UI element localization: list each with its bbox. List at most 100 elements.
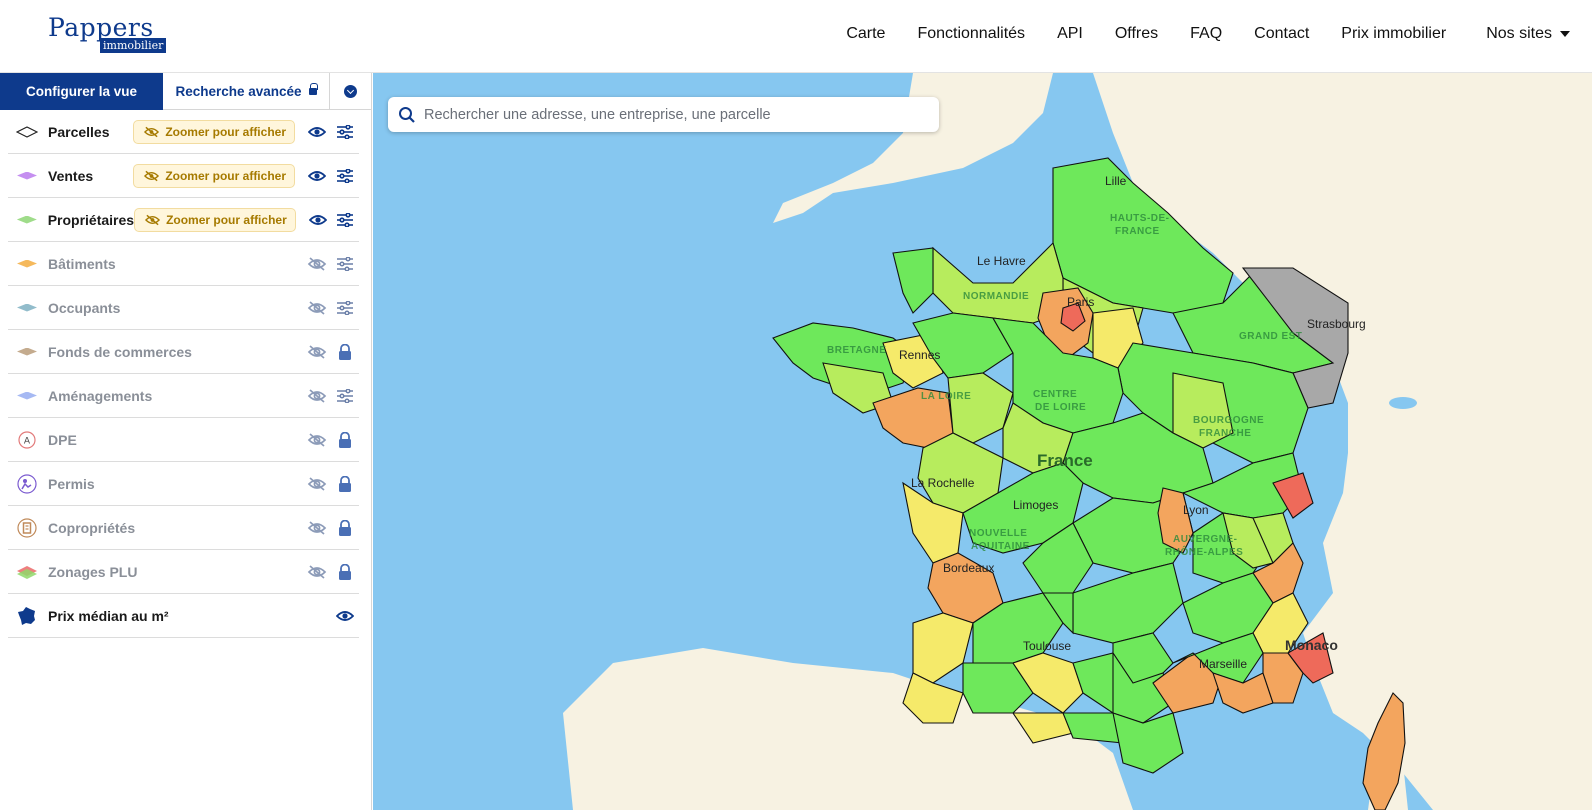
eye-slash-icon[interactable] — [303, 558, 331, 586]
eye-slash-icon[interactable] — [303, 426, 331, 454]
eye-icon[interactable] — [304, 206, 332, 234]
sliders-icon[interactable] — [331, 162, 359, 190]
map-label-rennes: Rennes — [899, 348, 941, 362]
zonage-layers-icon — [15, 560, 39, 584]
layer-label: Ventes — [48, 167, 94, 184]
layer-batiments[interactable]: Bâtiments — [8, 242, 359, 286]
sidebar-collapse-button[interactable] — [330, 73, 371, 110]
layer-proprietaires[interactable]: Propriétaires Zoomer pour afficher — [8, 198, 359, 242]
zoom-badge-label: Zoomer pour afficher — [165, 124, 286, 139]
sliders-icon[interactable] — [331, 118, 359, 146]
eye-slash-icon — [145, 214, 161, 225]
layer-label: Zonages PLU — [48, 563, 138, 580]
nav-faq[interactable]: FAQ — [1190, 25, 1222, 43]
lock-icon[interactable] — [331, 426, 359, 454]
map-search-input[interactable] — [424, 106, 924, 123]
sliders-icon[interactable] — [331, 206, 359, 234]
map-label-paris: Paris — [1067, 295, 1095, 309]
sliders-icon[interactable] — [331, 294, 359, 322]
map-region-hauts: HAUTS-DE- — [1110, 213, 1170, 224]
eye-slash-icon[interactable] — [303, 338, 331, 366]
layer-amenagements[interactable]: Aménagements — [8, 374, 359, 418]
eye-slash-icon[interactable] — [303, 470, 331, 498]
layer-prix-median[interactable]: Prix médian au m² — [8, 594, 359, 638]
layer-label: Occupants — [48, 299, 121, 316]
lock-icon[interactable] — [331, 470, 359, 498]
eye-slash-icon[interactable] — [303, 514, 331, 542]
lock-icon[interactable] — [331, 338, 359, 366]
layer-label: DPE — [48, 431, 77, 448]
chevron-down-circle-icon — [344, 85, 357, 98]
uk-land — [773, 73, 1053, 223]
layer-coproprietes[interactable]: Copropriétés — [8, 506, 359, 550]
map-label-france: France — [1037, 451, 1093, 470]
map-region-bourgogne-2: FRANCHE — [1199, 428, 1252, 439]
eye-icon[interactable] — [303, 162, 331, 190]
nav-contact[interactable]: Contact — [1254, 25, 1309, 43]
layers-list: Parcelles Zoomer pour afficher Ventes Zo… — [0, 110, 371, 638]
parcel-outline-icon — [15, 120, 39, 144]
map-label-strasbourg: Strasbourg — [1307, 317, 1366, 331]
layer-occupants[interactable]: Occupants — [8, 286, 359, 330]
zoom-badge-label: Zoomer pour afficher — [166, 212, 287, 227]
layer-label: Parcelles — [48, 123, 110, 140]
layer-label: Aménagements — [48, 387, 153, 404]
map-label-marseille: Marseille — [1199, 657, 1248, 671]
eye-icon[interactable] — [331, 602, 359, 630]
nav-carte[interactable]: Carte — [846, 25, 885, 43]
map-region-centre: CENTRE — [1033, 389, 1078, 400]
map-label-toulouse: Toulouse — [1023, 639, 1072, 653]
ventes-diamond-icon — [15, 164, 39, 188]
nav-offres[interactable]: Offres — [1115, 25, 1158, 43]
nav-fonctionnalites[interactable]: Fonctionnalités — [917, 25, 1025, 43]
zoom-to-display-badge[interactable]: Zoomer pour afficher — [134, 207, 296, 232]
top-header: Pappers immobilier Carte Fonctionnalités… — [0, 0, 1592, 73]
map-search-box[interactable] — [388, 97, 939, 132]
layer-parcelles[interactable]: Parcelles Zoomer pour afficher — [8, 110, 359, 154]
sidebar-tabs: Configurer la vue Recherche avancée — [0, 73, 371, 110]
map-region-auvergne: AUVERGNE- — [1173, 534, 1238, 545]
nos-sites-label: Nos sites — [1486, 25, 1552, 42]
eye-slash-icon[interactable] — [303, 250, 331, 278]
search-icon — [399, 106, 415, 123]
eye-slash-icon — [144, 126, 160, 137]
map-label-limoges: Limoges — [1013, 498, 1059, 512]
sliders-icon[interactable] — [331, 382, 359, 410]
layer-fonds-de-commerces[interactable]: Fonds de commerces — [8, 330, 359, 374]
eye-slash-icon — [144, 170, 160, 181]
map-label-lyon: Lyon — [1183, 503, 1209, 517]
zoom-to-display-badge[interactable]: Zoomer pour afficher — [133, 119, 295, 144]
tab-recherche-avancee-label: Recherche avancée — [175, 84, 302, 99]
proprietaires-diamond-icon — [15, 208, 39, 232]
occupants-diamond-icon — [15, 296, 39, 320]
layer-zonages-plu[interactable]: Zonages PLU — [8, 550, 359, 594]
nav-api[interactable]: API — [1057, 25, 1083, 43]
tab-configurer-la-vue[interactable]: Configurer la vue — [0, 73, 163, 110]
zoom-to-display-badge[interactable]: Zoomer pour afficher — [133, 163, 295, 188]
sliders-icon[interactable] — [331, 250, 359, 278]
layer-ventes[interactable]: Ventes Zoomer pour afficher — [8, 154, 359, 198]
main-nav: Carte Fonctionnalités API Offres FAQ Con… — [814, 0, 1570, 68]
eye-slash-icon[interactable] — [303, 382, 331, 410]
eye-icon[interactable] — [303, 118, 331, 146]
layer-dpe[interactable]: A DPE — [8, 418, 359, 462]
layer-permis[interactable]: Permis — [8, 462, 359, 506]
map-region-auvergne-2: RHÔNE-ALPES — [1165, 547, 1244, 558]
map-label-bordeaux: Bordeaux — [943, 561, 995, 575]
layer-label: Prix médian au m² — [48, 607, 169, 624]
france-map-icon — [15, 604, 39, 628]
tab-recherche-avancee[interactable]: Recherche avancée — [163, 73, 330, 110]
eye-slash-icon[interactable] — [303, 294, 331, 322]
lock-icon[interactable] — [331, 558, 359, 586]
nav-prix-immobilier[interactable]: Prix immobilier — [1341, 25, 1446, 43]
svg-text:A: A — [24, 436, 31, 446]
map-background — [563, 73, 1592, 810]
batiments-diamond-icon — [15, 252, 39, 276]
nav-nos-sites-dropdown[interactable]: Nos sites — [1486, 25, 1570, 43]
lock-icon[interactable] — [331, 514, 359, 542]
pappers-logo[interactable]: Pappers immobilier — [48, 14, 178, 58]
map-canvas[interactable]: Lille Le Havre Paris Strasbourg Rennes F… — [373, 73, 1592, 810]
map-label-lille: Lille — [1105, 174, 1127, 188]
permis-worker-icon — [15, 472, 39, 496]
zoom-badge-label: Zoomer pour afficher — [165, 168, 286, 183]
